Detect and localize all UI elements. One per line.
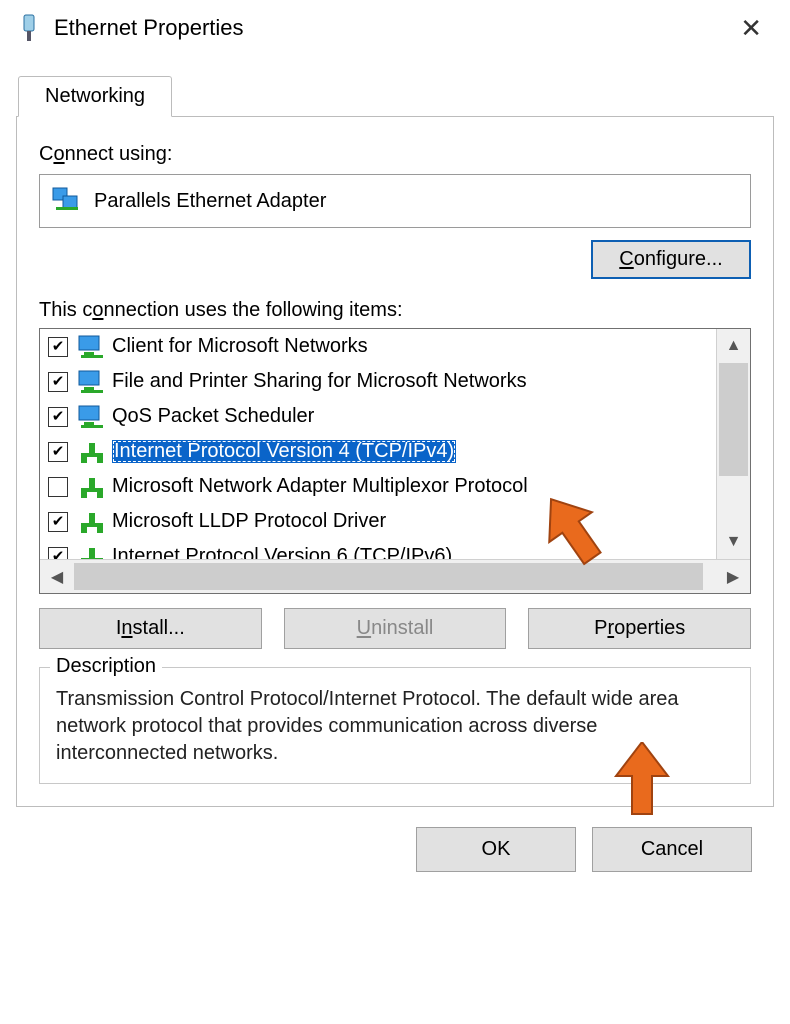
networking-panel: Connect using: Parallels Ethernet Adapte… [16, 116, 774, 807]
list-item[interactable]: File and Printer Sharing for Microsoft N… [40, 364, 714, 399]
checkbox[interactable] [48, 337, 68, 357]
uninstall-button: Uninstall [284, 608, 507, 649]
close-button[interactable]: ✕ [730, 11, 772, 46]
description-text: Transmission Control Protocol/Internet P… [56, 686, 734, 767]
tab-networking[interactable]: Networking [18, 76, 172, 117]
network-icon [78, 439, 106, 465]
scroll-track[interactable] [717, 363, 750, 525]
list-item-label: Microsoft Network Adapter Multiplexor Pr… [112, 475, 528, 498]
cancel-button[interactable]: Cancel [592, 827, 752, 872]
description-groupbox: Description Transmission Control Protoco… [39, 667, 751, 784]
checkbox[interactable] [48, 442, 68, 462]
properties-button[interactable]: Properties [528, 608, 751, 649]
ok-button[interactable]: OK [416, 827, 576, 872]
checkbox[interactable] [48, 372, 68, 392]
listbox-content: Client for Microsoft Networks File and Pr… [40, 329, 750, 559]
list-item-label: Client for Microsoft Networks [112, 335, 368, 358]
monitor-icon [78, 369, 106, 395]
checkbox[interactable] [48, 407, 68, 427]
list-item-label: QoS Packet Scheduler [112, 405, 314, 428]
description-legend: Description [50, 655, 162, 678]
adapter-box[interactable]: Parallels Ethernet Adapter [39, 174, 751, 228]
network-icon [78, 544, 106, 560]
scroll-track-h[interactable] [74, 560, 716, 593]
window-title: Ethernet Properties [54, 15, 730, 41]
checkbox[interactable] [48, 512, 68, 532]
items-label: This connection uses the following items… [39, 299, 751, 322]
scroll-right-icon[interactable]: ▶ [716, 560, 750, 593]
ethernet-properties-window: Ethernet Properties ✕ Networking Connect… [0, 0, 790, 890]
checkbox[interactable] [48, 477, 68, 497]
list-item[interactable]: QoS Packet Scheduler [40, 399, 714, 434]
install-button[interactable]: Install... [39, 608, 262, 649]
list-item-label: Internet Protocol Version 4 (TCP/IPv4) [112, 440, 456, 463]
list-item[interactable]: Internet Protocol Version 6 (TCP/IPv6) [40, 539, 714, 559]
checkbox[interactable] [48, 547, 68, 560]
scroll-up-icon[interactable]: ▲ [717, 329, 750, 363]
list-item-label: File and Printer Sharing for Microsoft N… [112, 370, 527, 393]
items-listbox[interactable]: Client for Microsoft Networks File and Pr… [39, 328, 751, 594]
monitor-icon [78, 334, 106, 360]
vertical-scrollbar[interactable]: ▲ ▼ [716, 329, 750, 559]
horizontal-scrollbar[interactable]: ◀ ▶ [40, 559, 750, 593]
list-item[interactable]: Client for Microsoft Networks [40, 329, 714, 364]
network-icon [78, 474, 106, 500]
list-item[interactable]: Microsoft LLDP Protocol Driver [40, 504, 714, 539]
connect-using-label: Connect using: [39, 143, 751, 166]
item-buttons-row: Install... Uninstall Properties [39, 608, 751, 649]
list-item-label: Microsoft LLDP Protocol Driver [112, 510, 386, 533]
configure-button[interactable]: Configure... [591, 240, 751, 279]
scroll-thumb-h[interactable] [74, 563, 703, 590]
scroll-thumb[interactable] [719, 363, 748, 476]
dialog-body: Networking Connect using: Parallels Ethe… [0, 56, 790, 890]
monitor-icon [78, 404, 106, 430]
list-item-label: Internet Protocol Version 6 (TCP/IPv6) [112, 545, 452, 559]
titlebar: Ethernet Properties ✕ [0, 0, 790, 56]
dialog-footer: OK Cancel [16, 807, 774, 890]
scroll-down-icon[interactable]: ▼ [717, 525, 750, 559]
scroll-left-icon[interactable]: ◀ [40, 560, 74, 593]
nic-icon [52, 187, 84, 215]
adapter-name: Parallels Ethernet Adapter [94, 190, 326, 213]
ethernet-icon [18, 14, 40, 42]
network-icon [78, 509, 106, 535]
list-item[interactable]: Microsoft Network Adapter Multiplexor Pr… [40, 469, 714, 504]
list-item[interactable]: Internet Protocol Version 4 (TCP/IPv4) [40, 434, 714, 469]
